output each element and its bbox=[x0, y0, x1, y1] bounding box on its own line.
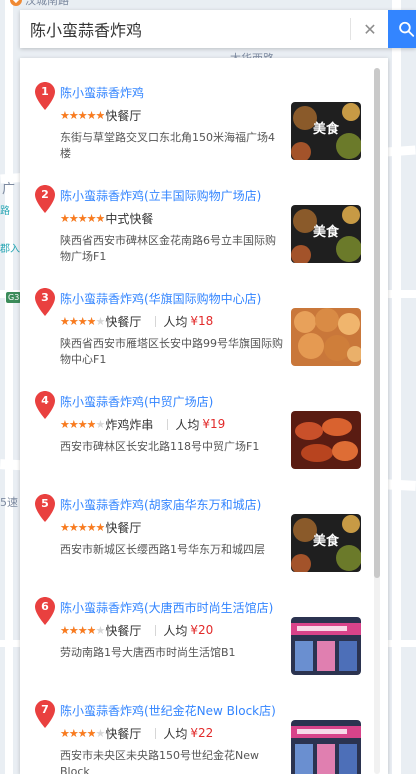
map-pin-icon: 7 bbox=[35, 700, 55, 728]
map-pin-icon: 1 bbox=[35, 82, 55, 110]
result-address: 西安市新城区长缨西路1号华东万和城四层 bbox=[60, 543, 265, 556]
rating-row: ★★★★★★★★★★快餐厅 人均¥18 bbox=[60, 313, 213, 329]
map-pin-icon: 3 bbox=[35, 288, 55, 316]
result-category: 快餐厅 bbox=[105, 726, 142, 741]
star-rating-icon: ★★★★★★★★★★ bbox=[60, 211, 105, 225]
divider bbox=[155, 624, 157, 636]
result-item[interactable]: 1 陈小蛮蒜香炸鸡 ★★★★★ ★★★★★ 快餐厅东街与草堂路交叉口东北角150米海福广… bbox=[20, 58, 374, 161]
result-name-link[interactable]: 陈小蛮蒜香炸鸡(世纪金花New Block店) bbox=[60, 702, 276, 719]
pin-number: 3 bbox=[41, 291, 49, 304]
divider bbox=[167, 418, 169, 430]
avg-price-label: 人均 bbox=[163, 623, 188, 638]
pin-number: 6 bbox=[41, 600, 49, 613]
rating-row: ★★★★★★★★★★快餐厅 人均¥22 bbox=[60, 725, 213, 741]
result-category: 快餐厅 bbox=[105, 108, 142, 123]
result-item[interactable]: 5 陈小蛮蒜香炸鸡(胡家庙华东万和城店) ★★★★★ ★★★★★ 快餐厅西安市新城区长缨… bbox=[20, 470, 374, 573]
storefront-photo[interactable] bbox=[291, 720, 361, 774]
map-road-label: 5速 bbox=[0, 496, 18, 509]
result-item[interactable]: 4 陈小蛮蒜香炸鸡(中贸广场店) ★★★★★★★★★★炸鸡炸串 人均¥19 西安市碑林区… bbox=[20, 367, 374, 470]
result-item[interactable]: 3 陈小蛮蒜香炸鸡(华旗国际购物中心店) ★★★★★★★★★★快餐厅 人均¥18 陕西省… bbox=[20, 264, 374, 367]
star-rating-icon: ★★★★★★★★★★ bbox=[60, 623, 105, 637]
result-category: 快餐厅 bbox=[105, 314, 142, 329]
avg-price: ¥22 bbox=[190, 726, 214, 740]
divider bbox=[155, 727, 157, 739]
thumb-caption: 美食 bbox=[312, 225, 339, 240]
result-name-link[interactable]: 陈小蛮蒜香炸鸡 bbox=[60, 84, 144, 101]
avg-price: ¥18 bbox=[190, 314, 214, 328]
avg-price-label: 人均 bbox=[163, 314, 188, 329]
thumb-caption: 美食 bbox=[312, 534, 339, 549]
search-button[interactable] bbox=[388, 10, 416, 48]
result-name-link[interactable]: 陈小蛮蒜香炸鸡(华旗国际购物中心店) bbox=[60, 290, 261, 307]
star-rating-icon: ★★★★★★★★★★ bbox=[60, 314, 105, 328]
clear-search-button[interactable]: ✕ bbox=[351, 10, 389, 48]
close-icon: ✕ bbox=[363, 19, 377, 39]
map-road bbox=[392, 0, 401, 774]
search-results-panel: 1 陈小蛮蒜香炸鸡 ★★★★★ ★★★★★ 快餐厅 东街与草堂路交叉口东北角150米海福广… bbox=[20, 58, 388, 774]
map-pin-icon: 5 bbox=[35, 494, 55, 522]
result-address: 西安市未央区未央路150号世纪金花New Block bbox=[60, 749, 259, 774]
pin-number: 7 bbox=[41, 703, 49, 716]
pin-number: 4 bbox=[41, 394, 49, 407]
map-pin-icon: 4 bbox=[35, 391, 55, 419]
pin-number: 5 bbox=[41, 497, 49, 510]
avg-price-label: 人均 bbox=[175, 417, 200, 432]
result-item[interactable]: 2 陈小蛮蒜香炸鸡(立丰国际购物广场店) ★★★★★ ★★★★★ 中式快餐陕西省西安市碑… bbox=[20, 161, 374, 264]
poi-icon: ◆ bbox=[10, 0, 22, 6]
result-address: 陕西省西安市碑林区金花南路6号立丰国际购物广场F1 bbox=[60, 234, 276, 263]
pin-number: 1 bbox=[41, 85, 49, 98]
result-name-link[interactable]: 陈小蛮蒜香炸鸡(立丰国际购物广场店) bbox=[60, 187, 261, 204]
avg-price-label: 人均 bbox=[163, 726, 188, 741]
result-category: 快餐厅 bbox=[105, 623, 142, 638]
rating-row: ★★★★★ ★★★★★ 快餐厅 bbox=[60, 107, 141, 123]
fried-chicken-photo[interactable] bbox=[291, 308, 361, 366]
highway-badge: G3 bbox=[6, 292, 22, 303]
food-thumbnail[interactable]: 美食 bbox=[291, 514, 361, 572]
star-rating-icon: ★★★★★★★★★★ bbox=[60, 520, 105, 534]
food-thumbnail[interactable]: 美食 bbox=[291, 102, 361, 160]
result-name-link[interactable]: 陈小蛮蒜香炸鸡(大唐西市时尚生活馆店) bbox=[60, 599, 273, 616]
map-road bbox=[5, 0, 13, 774]
result-address: 东街与草堂路交叉口东北角150米海福广场4楼 bbox=[60, 131, 275, 160]
scrollbar-track[interactable] bbox=[374, 68, 380, 774]
map-pin-icon: 2 bbox=[35, 185, 55, 213]
result-category: 中式快餐 bbox=[105, 211, 154, 226]
avg-price: ¥19 bbox=[202, 417, 226, 431]
chicken-wings-photo[interactable] bbox=[291, 411, 361, 469]
star-rating-icon: ★★★★★★★★★★ bbox=[60, 726, 105, 740]
map-road-label: 汉城南路 bbox=[25, 0, 69, 7]
result-category: 炸鸡炸串 bbox=[105, 417, 154, 432]
map-pin-icon: 6 bbox=[35, 597, 55, 625]
search-bar: ✕ bbox=[20, 10, 416, 48]
star-rating-icon: ★★★★★★★★★★ bbox=[60, 417, 105, 431]
search-input[interactable] bbox=[20, 10, 350, 48]
map-poi-label: ◆ 汉城南路 bbox=[10, 0, 69, 8]
search-icon bbox=[399, 21, 415, 37]
result-item[interactable]: 7 陈小蛮蒜香炸鸡(世纪金花New Block店) ★★★★★★★★★★快餐厅 人均¥… bbox=[20, 676, 374, 774]
rating-row: ★★★★★★★★★★快餐厅 人均¥20 bbox=[60, 622, 213, 638]
map-place-label: 广 bbox=[2, 182, 16, 197]
map-metro-label: 路 bbox=[0, 206, 10, 217]
result-address: 西安市碑林区长安北路118号中贸广场F1 bbox=[60, 440, 260, 453]
scrollbar-thumb[interactable] bbox=[374, 68, 380, 578]
rating-row: ★★★★★★★★★★炸鸡炸串 人均¥19 bbox=[60, 416, 225, 432]
divider bbox=[155, 315, 157, 327]
result-address: 陕西省西安市雁塔区长安中路99号华旗国际购物中心F1 bbox=[60, 337, 283, 366]
result-category: 快餐厅 bbox=[105, 520, 142, 535]
avg-price: ¥20 bbox=[190, 623, 214, 637]
storefront-photo[interactable] bbox=[291, 617, 361, 675]
pin-number: 2 bbox=[41, 188, 49, 201]
thumb-caption: 美食 bbox=[312, 122, 339, 137]
result-name-link[interactable]: 陈小蛮蒜香炸鸡(胡家庙华东万和城店) bbox=[60, 496, 261, 513]
star-rating-icon: ★★★★★★★★★★ bbox=[60, 108, 105, 122]
rating-row: ★★★★★ ★★★★★ 中式快餐 bbox=[60, 210, 153, 226]
food-thumbnail[interactable]: 美食 bbox=[291, 205, 361, 263]
result-address: 劳动南路1号大唐西市时尚生活馆B1 bbox=[60, 646, 236, 659]
rating-row: ★★★★★ ★★★★★ 快餐厅 bbox=[60, 519, 141, 535]
result-item[interactable]: 6 陈小蛮蒜香炸鸡(大唐西市时尚生活馆店) ★★★★★★★★★★快餐厅 人均¥20 劳动… bbox=[20, 573, 374, 676]
result-name-link[interactable]: 陈小蛮蒜香炸鸡(中贸广场店) bbox=[60, 393, 213, 410]
